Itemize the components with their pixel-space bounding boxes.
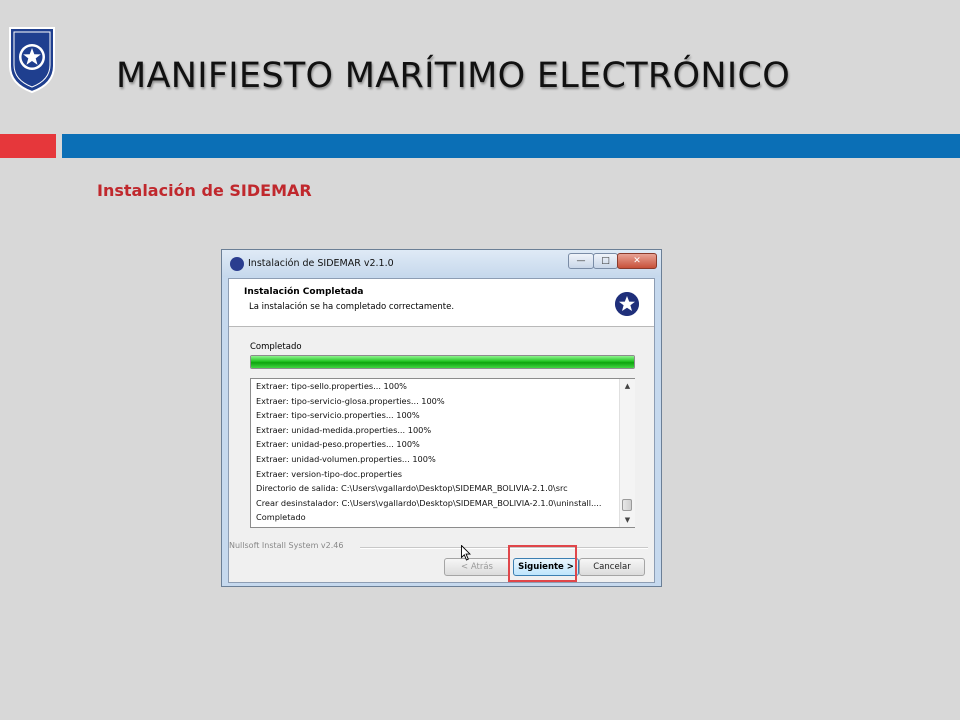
scrollbar-thumb[interactable] xyxy=(622,499,632,511)
slide-title: MANIFIESTO MARÍTIMO ELECTRÓNICO xyxy=(116,56,791,96)
installer-header-subtitle: La instalación se ha completado correcta… xyxy=(249,302,455,312)
sidemar-star-logo-icon xyxy=(615,292,639,316)
minimize-button[interactable]: — xyxy=(568,253,594,269)
app-star-icon xyxy=(230,257,244,271)
close-button[interactable]: ✕ xyxy=(617,253,657,269)
install-log-lines: Extraer: tipo-sello.properties... 100% E… xyxy=(256,379,616,525)
next-button-highlight xyxy=(508,545,577,582)
log-line: Crear desinstalador: C:\Users\vgallardo\… xyxy=(256,497,602,508)
nsis-branding-text: Nullsoft Install System v2.46 xyxy=(229,541,344,550)
maximize-button[interactable]: □ xyxy=(593,253,618,269)
section-heading: Instalación de SIDEMAR xyxy=(97,181,312,200)
progress-bar xyxy=(250,355,635,369)
scroll-up-arrow-icon[interactable]: ▲ xyxy=(620,379,635,393)
installer-client-area: Instalación Completada La instalación se… xyxy=(228,278,655,583)
window-titlebar[interactable]: Instalación de SIDEMAR v2.1.0 — □ ✕ xyxy=(222,250,661,277)
log-scrollbar[interactable]: ▲ ▼ xyxy=(619,379,635,527)
mouse-pointer-icon xyxy=(461,545,471,561)
install-log-list[interactable]: Extraer: tipo-sello.properties... 100% E… xyxy=(250,378,635,528)
log-line: Completado xyxy=(256,512,306,523)
back-button[interactable]: < Atrás xyxy=(444,558,510,576)
cancel-button[interactable]: Cancelar xyxy=(579,558,645,576)
log-line: Extraer: tipo-servicio-glosa.properties.… xyxy=(256,395,445,406)
branding-divider xyxy=(360,547,648,549)
log-line: Extraer: unidad-medida.properties... 100… xyxy=(256,424,432,435)
log-line: Extraer: version-tipo-doc.properties xyxy=(256,468,403,479)
installer-window: Instalación de SIDEMAR v2.1.0 — □ ✕ Inst… xyxy=(221,249,662,587)
header-bar-red xyxy=(0,134,56,158)
progress-bar-fill xyxy=(251,356,634,368)
log-line: Extraer: tipo-sello.properties... 100% xyxy=(256,381,407,391)
scroll-down-arrow-icon[interactable]: ▼ xyxy=(620,513,635,527)
log-line: Directorio de salida: C:\Users\vgallardo… xyxy=(256,483,568,494)
installer-header-panel: Instalación Completada La instalación se… xyxy=(229,279,654,327)
aduanas-chile-logo-icon xyxy=(9,27,55,94)
log-line: Extraer: unidad-volumen.properties... 10… xyxy=(256,453,436,464)
header-bar-blue xyxy=(62,134,960,158)
progress-label: Completado xyxy=(250,342,302,352)
log-line: Extraer: unidad-peso.properties... 100% xyxy=(256,439,420,450)
window-title: Instalación de SIDEMAR v2.1.0 xyxy=(248,258,394,269)
log-line: Extraer: tipo-servicio.properties... 100… xyxy=(256,410,420,421)
installer-header-title: Instalación Completada xyxy=(244,287,364,297)
